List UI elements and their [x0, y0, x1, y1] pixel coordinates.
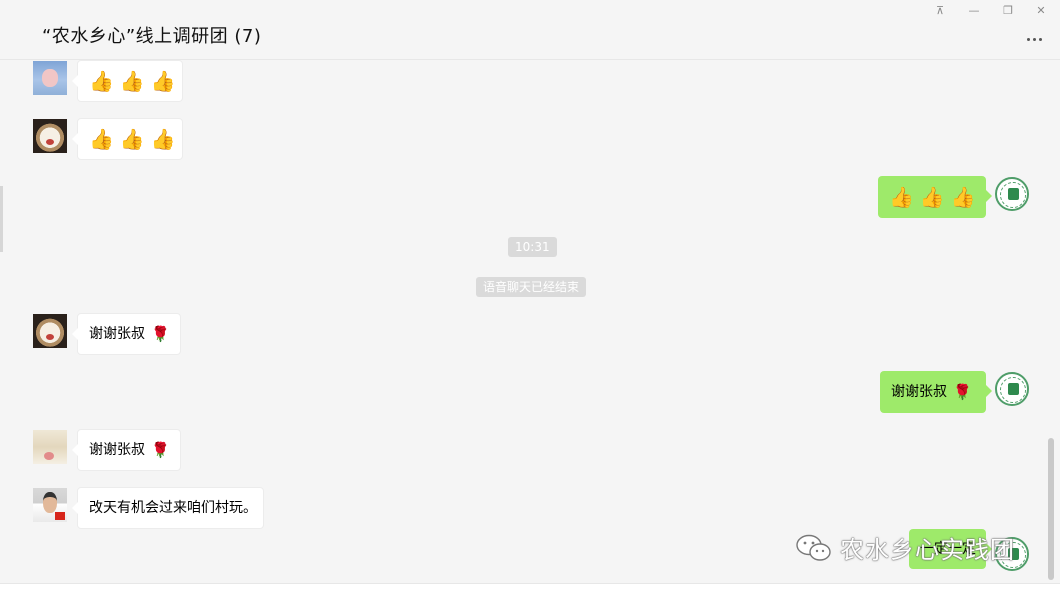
message-bubble[interactable]: 改天有机会过来咱们村玩。: [72, 487, 264, 529]
rose-emoji: 🌹: [953, 383, 972, 401]
message-text: 谢谢张叔: [89, 326, 145, 342]
watermark: 农水乡心实践团: [794, 530, 1015, 565]
scrollbar-thumb[interactable]: [1048, 438, 1054, 580]
logo-avatar[interactable]: [995, 372, 1029, 406]
rose-emoji: 🌹: [151, 441, 170, 459]
chat-title: “农水乡心”线上调研团 (7): [42, 26, 262, 47]
window-edge-handle: [0, 186, 3, 252]
wechat-icon: [796, 534, 831, 561]
dog-avatar[interactable]: [33, 314, 67, 348]
timestamp-label: 10:31: [508, 237, 557, 257]
close-icon[interactable]: ✕: [1033, 4, 1049, 18]
pig-avatar[interactable]: [33, 61, 67, 95]
message-bubble[interactable]: 👍👍👍: [72, 118, 183, 160]
dog-avatar[interactable]: [33, 119, 67, 153]
message-bubble-outgoing[interactable]: 谢谢张叔 🌹: [880, 371, 992, 413]
voice-chat-ended-notice: 语音聊天已经结束: [476, 277, 587, 297]
message-bubble-outgoing[interactable]: 👍👍👍: [878, 176, 992, 218]
message-bubble[interactable]: 谢谢张叔 🌹: [72, 429, 181, 471]
chat-window: “农水乡心”线上调研团 (7) ⊼ — ❐ ✕ 👍👍👍 👍👍👍 👍👍👍 10:3…: [0, 0, 1060, 591]
input-area-edge: [0, 583, 1060, 591]
minimize-icon[interactable]: —: [966, 4, 982, 18]
message-text: 谢谢张叔: [891, 384, 947, 400]
thumbs-up-emoji: 👍👍👍: [89, 127, 182, 151]
rose-emoji: 🌹: [151, 325, 170, 343]
message-text: 改天有机会过来咱们村玩。: [89, 500, 257, 516]
pin-icon[interactable]: ⊼: [932, 4, 948, 18]
man-avatar[interactable]: [33, 488, 67, 522]
message-text: 谢谢张叔: [89, 442, 145, 458]
more-options-icon[interactable]: [1025, 34, 1045, 44]
maximize-icon[interactable]: ❐: [1000, 4, 1016, 18]
thumbs-up-emoji: 👍👍👍: [889, 185, 982, 209]
thumbs-up-emoji: 👍👍👍: [89, 69, 182, 93]
message-bubble[interactable]: 👍👍👍: [72, 60, 183, 102]
logo-avatar[interactable]: [995, 177, 1029, 211]
cats-avatar[interactable]: [33, 430, 67, 464]
chat-header: “农水乡心”线上调研团 (7) ⊼ — ❐ ✕: [0, 0, 1060, 60]
message-bubble[interactable]: 谢谢张叔 🌹: [72, 313, 181, 355]
watermark-text: 农水乡心实践团: [840, 536, 1015, 564]
